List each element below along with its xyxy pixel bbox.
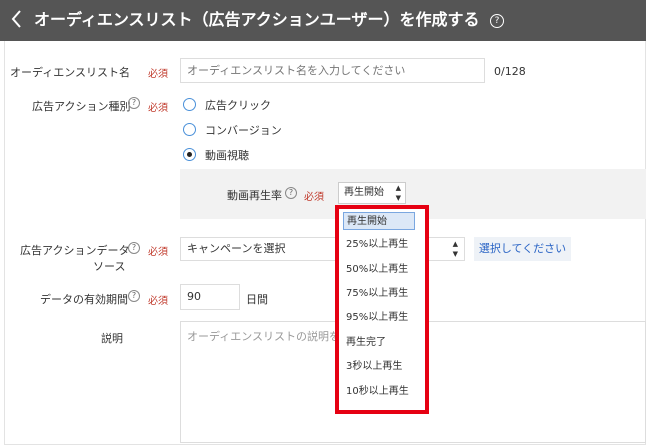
- dropdown-option[interactable]: 再生完了: [343, 334, 418, 352]
- page-title: オーディエンスリスト（広告アクションユーザー）を作成する: [34, 10, 480, 29]
- list-name-label: オーディエンスリスト名: [10, 66, 131, 79]
- char-counter: 0/128: [494, 65, 526, 78]
- radio-ad-click[interactable]: [183, 98, 196, 111]
- required-badge: 必須: [148, 247, 168, 258]
- dropdown-option[interactable]: 再生開始: [343, 212, 415, 230]
- dropdown-option[interactable]: 50%以上再生: [343, 261, 418, 279]
- select-arrows-icon: ▲ ▼: [395, 184, 401, 202]
- data-source-label-line2: ソース: [93, 260, 126, 273]
- playback-rate-dropdown: 再生開始 25%以上再生 50%以上再生 75%以上再生 95%以上再生 再生完…: [335, 205, 429, 414]
- help-icon[interactable]: ?: [128, 97, 140, 109]
- radio-video-view[interactable]: [183, 148, 196, 161]
- action-type-label: 広告アクション種別: [32, 100, 131, 113]
- chevron-left-icon[interactable]: [10, 8, 22, 35]
- dropdown-option[interactable]: 10秒以上再生: [343, 383, 418, 401]
- playback-rate-label: 動画再生率: [227, 189, 282, 202]
- required-badge: 必須: [148, 296, 168, 307]
- radio-conversion[interactable]: [183, 123, 196, 136]
- validity-days-input[interactable]: 90: [180, 284, 240, 310]
- validity-days-value: 90: [187, 290, 201, 303]
- select-arrows-icon: ▲ ▼: [452, 240, 458, 258]
- description-placeholder: オーディエンスリストの説明を入: [187, 330, 352, 343]
- help-icon[interactable]: ?: [285, 187, 297, 199]
- radio-label-video-view: 動画視聴: [205, 149, 249, 162]
- radio-label-conversion: コンバージョン: [205, 124, 282, 137]
- required-badge: 必須: [304, 192, 324, 203]
- playback-rate-value: 再生開始: [344, 187, 384, 198]
- description-label: 説明: [101, 332, 123, 345]
- select-source-button[interactable]: 選択してください: [474, 237, 571, 261]
- question-circle-icon[interactable]: ?: [490, 14, 504, 28]
- dropdown-option[interactable]: 3秒以上再生: [343, 358, 418, 376]
- campaign-select-value: キャンペーンを選択: [187, 242, 286, 255]
- required-badge: 必須: [148, 103, 168, 114]
- help-icon[interactable]: ?: [128, 290, 140, 302]
- radio-label-ad-click: 広告クリック: [205, 99, 271, 112]
- playback-rate-select[interactable]: 再生開始 ▲ ▼: [338, 182, 406, 204]
- list-name-input[interactable]: [180, 58, 485, 83]
- validity-unit: 日間: [246, 293, 268, 306]
- dropdown-option[interactable]: 75%以上再生: [343, 285, 418, 303]
- required-badge: 必須: [148, 69, 168, 80]
- dropdown-option[interactable]: 25%以上再生: [343, 236, 418, 254]
- help-icon[interactable]: ?: [128, 242, 140, 254]
- validity-label: データの有効期間: [40, 293, 128, 306]
- data-source-label-line1: 広告アクションデータ: [20, 244, 130, 257]
- dropdown-option[interactable]: 95%以上再生: [343, 309, 418, 327]
